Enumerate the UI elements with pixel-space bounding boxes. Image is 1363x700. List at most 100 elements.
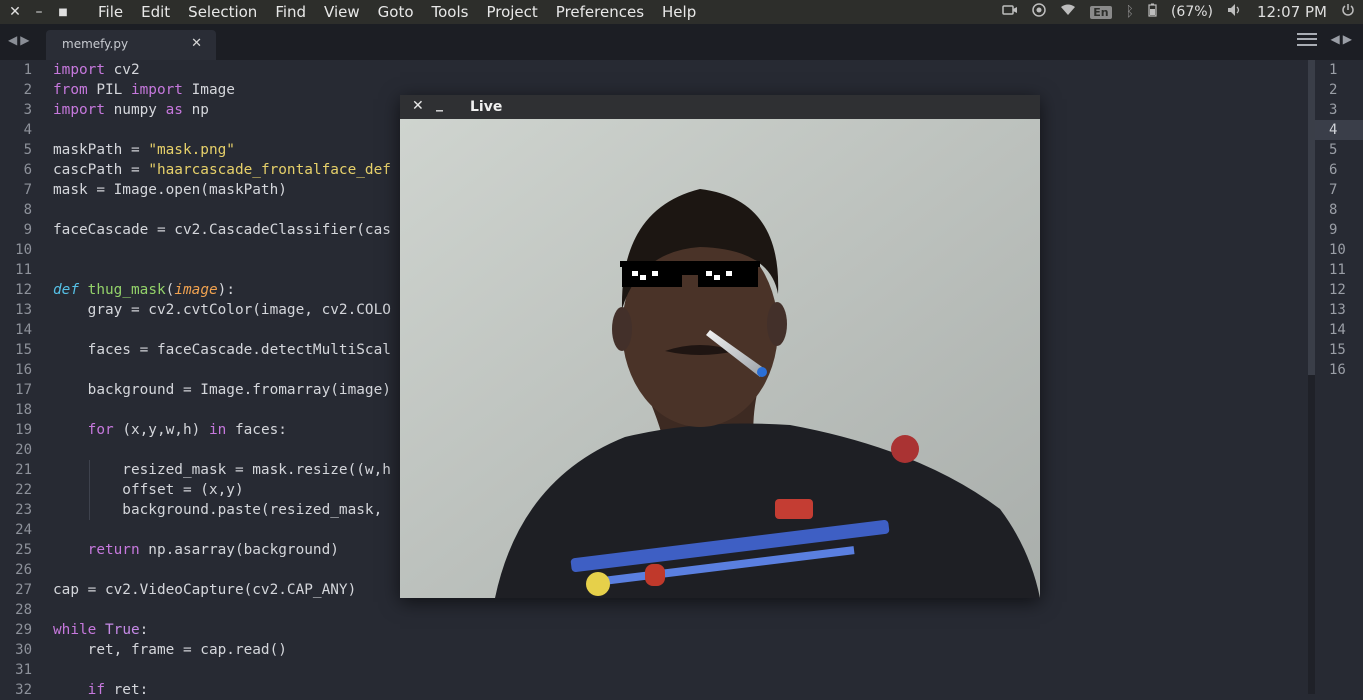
live-titlebar[interactable]: ✕ _ Live bbox=[400, 95, 1040, 119]
line-number: 16 bbox=[15, 362, 32, 378]
tab-scroll-arrows-icon[interactable]: ◀▶ bbox=[8, 33, 32, 47]
line-number: 17 bbox=[15, 382, 32, 398]
code-line[interactable]: offset = (x,y) bbox=[53, 480, 391, 500]
line-number: 32 bbox=[15, 682, 32, 698]
aperture-icon[interactable] bbox=[1032, 3, 1046, 21]
line-number: 21 bbox=[15, 462, 32, 478]
line-number: 28 bbox=[15, 602, 32, 618]
code-line[interactable]: if ret: bbox=[53, 680, 391, 700]
minimap[interactable]: 1 2 3 4 5 6 7 8 9 10 11 12 13 14 15 16 bbox=[1315, 60, 1363, 694]
code-line[interactable] bbox=[53, 320, 391, 340]
line-number: 3 bbox=[23, 102, 32, 118]
tab-close-icon[interactable]: ✕ bbox=[191, 36, 202, 51]
minimap-line: 7 bbox=[1329, 182, 1338, 198]
code-line[interactable] bbox=[53, 400, 391, 420]
battery-percent: (67%) bbox=[1170, 4, 1214, 20]
line-number: 14 bbox=[15, 322, 32, 338]
tab-nav-arrows-icon[interactable]: ◀▶ bbox=[1331, 32, 1355, 46]
code-line[interactable]: background = Image.fromarray(image) bbox=[53, 380, 391, 400]
menu-file[interactable]: File bbox=[89, 3, 132, 21]
menu-selection[interactable]: Selection bbox=[179, 3, 266, 21]
code-line[interactable]: cascPath = "haarcascade_frontalface_def bbox=[53, 160, 391, 180]
indent-guide bbox=[89, 460, 90, 520]
line-number: 10 bbox=[15, 242, 32, 258]
code-line[interactable]: while True: bbox=[53, 620, 391, 640]
menu-find[interactable]: Find bbox=[266, 3, 315, 21]
menu-goto[interactable]: Goto bbox=[369, 3, 423, 21]
line-number: 25 bbox=[15, 542, 32, 558]
line-number: 29 bbox=[15, 622, 32, 638]
minimap-line: 8 bbox=[1329, 202, 1338, 218]
minimap-line: 4 bbox=[1315, 120, 1363, 140]
code-line[interactable] bbox=[53, 260, 391, 280]
code-line[interactable]: for (x,y,w,h) in faces: bbox=[53, 420, 391, 440]
code-line[interactable]: faces = faceCascade.detectMultiScal bbox=[53, 340, 391, 360]
code-line[interactable]: import cv2 bbox=[53, 60, 391, 80]
code-line[interactable]: resized_mask = mask.resize((w,h bbox=[53, 460, 391, 480]
line-number: 13 bbox=[15, 302, 32, 318]
code-line[interactable]: return np.asarray(background) bbox=[53, 540, 391, 560]
code-line[interactable]: cap = cv2.VideoCapture(cv2.CAP_ANY) bbox=[53, 580, 391, 600]
code-area[interactable]: import cv2 from PIL import Image import nu… bbox=[53, 60, 391, 700]
wifi-icon[interactable] bbox=[1060, 4, 1076, 20]
code-line[interactable]: maskPath = "mask.png" bbox=[53, 140, 391, 160]
menu-icon[interactable] bbox=[1296, 32, 1317, 46]
code-line[interactable] bbox=[53, 240, 391, 260]
tab-memefy[interactable]: memefy.py ✕ bbox=[46, 30, 216, 60]
minimap-line: 5 bbox=[1329, 142, 1338, 158]
minimap-line: 9 bbox=[1329, 222, 1338, 238]
code-line[interactable]: def thug_mask(image): bbox=[53, 280, 391, 300]
code-line[interactable]: ret, frame = cap.read() bbox=[53, 640, 391, 660]
minimap-line: 6 bbox=[1329, 162, 1338, 178]
camera-icon[interactable] bbox=[1002, 4, 1018, 20]
minimap-line: 15 bbox=[1329, 342, 1346, 358]
code-line[interactable] bbox=[53, 200, 391, 220]
code-line[interactable]: gray = cv2.cvtColor(image, cv2.COLO bbox=[53, 300, 391, 320]
code-line[interactable] bbox=[53, 120, 391, 140]
code-line[interactable]: mask = Image.open(maskPath) bbox=[53, 180, 391, 200]
keyboard-indicator[interactable]: En bbox=[1090, 5, 1112, 19]
bluetooth-icon[interactable]: ᛒ bbox=[1126, 4, 1134, 20]
live-window[interactable]: ✕ _ Live bbox=[400, 95, 1040, 598]
code-line[interactable] bbox=[53, 560, 391, 580]
code-line[interactable] bbox=[53, 600, 391, 620]
line-number: 2 bbox=[23, 82, 32, 98]
menu-help[interactable]: Help bbox=[653, 3, 705, 21]
live-minimize-icon[interactable]: _ bbox=[436, 96, 443, 112]
minimap-line: 13 bbox=[1329, 302, 1346, 318]
code-line[interactable]: faceCascade = cv2.CascadeClassifier(cas bbox=[53, 220, 391, 240]
code-line[interactable]: from PIL import Image bbox=[53, 80, 391, 100]
menubar: ✕ – ■ File Edit Selection Find View Goto… bbox=[0, 0, 1363, 24]
minimap-line: 11 bbox=[1329, 262, 1346, 278]
scrollbar-thumb[interactable] bbox=[1308, 60, 1315, 375]
minimap-line: 14 bbox=[1329, 322, 1346, 338]
minimize-icon[interactable]: – bbox=[27, 4, 51, 20]
line-number: 7 bbox=[23, 182, 32, 198]
clock[interactable]: 12:07 PM bbox=[1257, 3, 1327, 21]
vertical-scrollbar[interactable] bbox=[1308, 60, 1315, 694]
menu-preferences[interactable]: Preferences bbox=[547, 3, 653, 21]
restore-icon[interactable]: ■ bbox=[51, 7, 75, 18]
code-line[interactable] bbox=[53, 660, 391, 680]
line-number: 15 bbox=[15, 342, 32, 358]
volume-icon[interactable] bbox=[1227, 3, 1243, 21]
menu-view[interactable]: View bbox=[315, 3, 369, 21]
line-number: 8 bbox=[23, 202, 32, 218]
close-icon[interactable]: ✕ bbox=[3, 4, 27, 20]
menu-edit[interactable]: Edit bbox=[132, 3, 179, 21]
code-line[interactable]: import numpy as np bbox=[53, 100, 391, 120]
code-line[interactable] bbox=[53, 360, 391, 380]
webcam-frame bbox=[400, 119, 1040, 598]
menu-tools[interactable]: Tools bbox=[423, 3, 478, 21]
line-number: 20 bbox=[15, 442, 32, 458]
code-line[interactable]: background.paste(resized_mask, bbox=[53, 500, 391, 520]
battery-icon[interactable] bbox=[1148, 3, 1157, 21]
power-icon[interactable] bbox=[1341, 3, 1355, 21]
minimap-line: 1 bbox=[1329, 62, 1338, 78]
code-line[interactable] bbox=[53, 440, 391, 460]
live-close-icon[interactable]: ✕ bbox=[412, 98, 424, 114]
code-line[interactable] bbox=[53, 520, 391, 540]
line-number-gutter: 1 2 3 4 5 6 7 8 9 10 11 12 13 14 15 16 17 18 19 20 21 22 23 24 2… bbox=[0, 60, 40, 700]
tab-bar: ◀▶ memefy.py ✕ ◀▶ bbox=[0, 24, 1363, 60]
menu-project[interactable]: Project bbox=[477, 3, 546, 21]
